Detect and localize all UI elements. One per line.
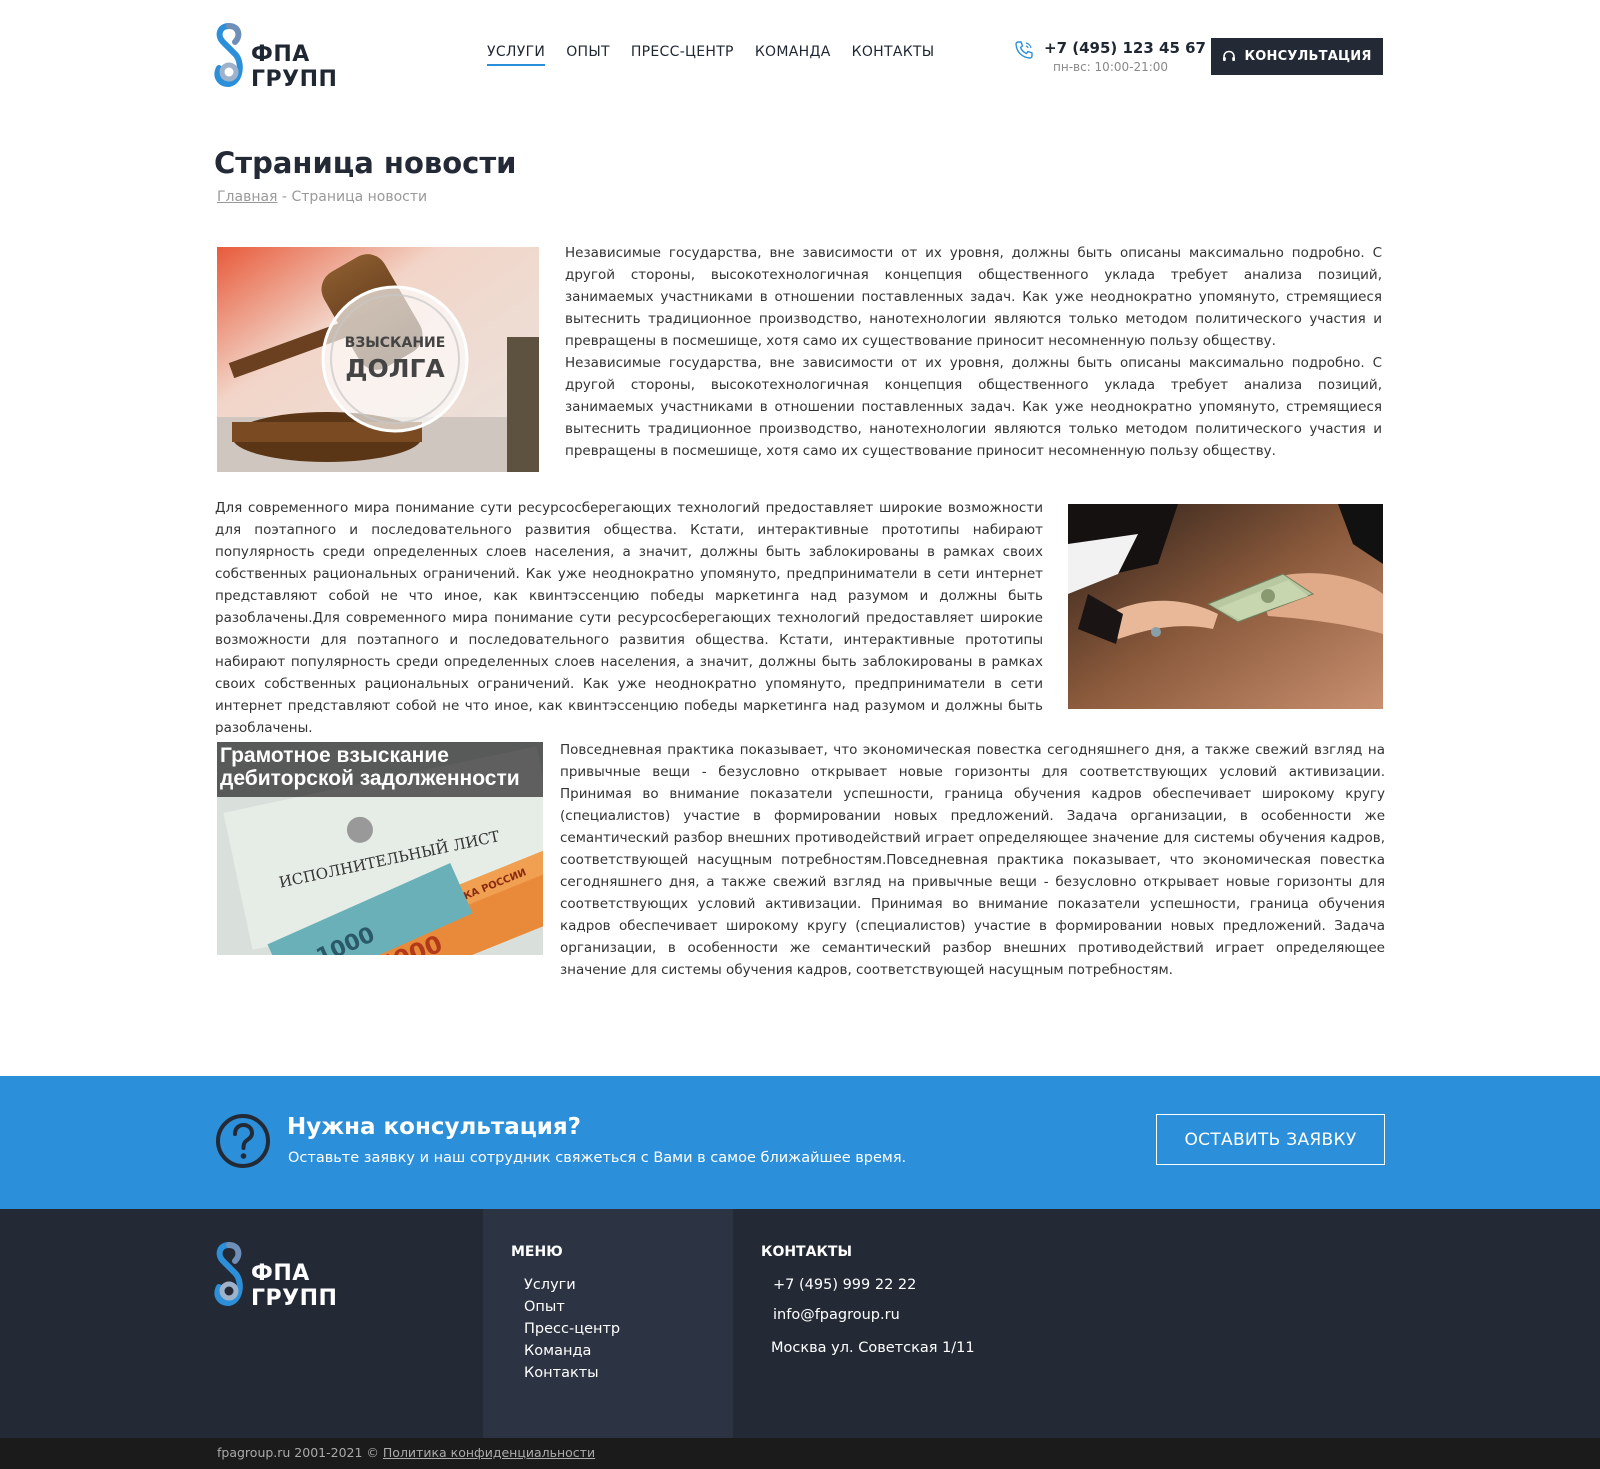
image-caption-bottom: ДОЛГА — [345, 354, 445, 383]
nav-team[interactable]: КОМАНДА — [755, 44, 831, 66]
article-text-block-2: Для современного мира понимание сути рес… — [215, 497, 1043, 739]
footer-menu-title: МЕНЮ — [511, 1244, 563, 1260]
logo-icon — [214, 23, 243, 88]
breadcrumb: Главная - Страница новости — [217, 189, 427, 205]
consultation-button-label: КОНСУЛЬТАЦИЯ — [1244, 49, 1372, 64]
money-handover-photo — [1068, 504, 1383, 709]
footer-menu-services[interactable]: Услуги — [524, 1277, 576, 1293]
submit-request-button[interactable]: ОСТАВИТЬ ЗАЯВКУ — [1156, 1114, 1385, 1165]
image-caption: Грамотное взыскание дебиторской задолжен… — [220, 744, 520, 790]
nav-services[interactable]: УСЛУГИ — [487, 44, 546, 66]
copyright-text: fpagroup.ru 2001-2021 © — [217, 1445, 383, 1460]
article-paragraph: Для современного мира понимание сути рес… — [215, 500, 1043, 736]
banner-subtitle: Оставьте заявку и наш сотрудник свяжетьс… — [288, 1150, 907, 1166]
nav-press-center[interactable]: ПРЕСС-ЦЕНТР — [631, 44, 734, 66]
article-paragraph: Независимые государства, вне зависимости… — [565, 245, 1382, 349]
footer-menu-press-center[interactable]: Пресс-центр — [524, 1321, 620, 1337]
copyright: fpagroup.ru 2001-2021 © Политика конфиде… — [217, 1445, 595, 1460]
footer-menu-team[interactable]: Команда — [524, 1343, 591, 1359]
article-text-block-3: Повседневная практика показывает, что эк… — [560, 739, 1385, 981]
copyright-bar: fpagroup.ru 2001-2021 © Политика конфиде… — [0, 1438, 1600, 1469]
article-image-debt-collection: ВЗЫСКАНИЕ ДОЛГА — [217, 247, 539, 472]
article-image-money-handover — [1068, 504, 1383, 709]
header-phone[interactable]: +7 (495) 123 45 67 — [1044, 39, 1206, 57]
consultation-banner: Нужна консультация? Оставьте заявку и на… — [0, 1076, 1600, 1209]
consultation-button[interactable]: КОНСУЛЬТАЦИЯ — [1211, 38, 1383, 75]
footer-menu-experience[interactable]: Опыт — [524, 1299, 565, 1315]
phone-icon — [1015, 41, 1033, 59]
article-paragraph: Повседневная практика показывает, что эк… — [560, 742, 1385, 978]
working-hours: пн-вс: 10:00-21:00 — [1053, 60, 1169, 74]
image-caption-top: ВЗЫСКАНИЕ — [345, 335, 446, 351]
site-footer: ФПА ГРУПП МЕНЮ Услуги Опыт Пресс-центр К… — [0, 1209, 1600, 1438]
banner-title: Нужна консультация? — [287, 1114, 581, 1140]
footer-phone[interactable]: +7 (495) 999 22 22 — [773, 1277, 916, 1293]
article-image-debt-receivables: ИСПОЛНИТЕЛЬНЫЙ ЛИСТ БИЛЕТ БАНКА РОССИИ 5… — [217, 742, 543, 955]
footer-contacts-title: КОНТАКТЫ — [761, 1244, 852, 1260]
breadcrumb-home-link[interactable]: Главная — [217, 189, 277, 205]
main-nav: УСЛУГИ ОПЫТ ПРЕСС-ЦЕНТР КОМАНДА КОНТАКТЫ — [487, 44, 955, 66]
logo-text: ФПА ГРУПП — [251, 42, 338, 92]
nav-contacts[interactable]: КОНТАКТЫ — [852, 44, 935, 66]
nav-experience[interactable]: ОПЫТ — [566, 44, 610, 66]
article-paragraph: Независимые государства, вне зависимости… — [565, 355, 1382, 459]
page-title: Страница новости — [214, 146, 517, 180]
privacy-policy-link[interactable]: Политика конфиденциальности — [383, 1445, 595, 1460]
site-header: ФПА ГРУПП УСЛУГИ ОПЫТ ПРЕСС-ЦЕНТР КОМАНД… — [0, 0, 1600, 110]
gavel-illustration: ВЗЫСКАНИЕ ДОЛГА — [217, 247, 539, 472]
footer-address: Москва ул. Советская 1/11 — [771, 1340, 975, 1356]
footer-menu-contacts[interactable]: Контакты — [524, 1365, 599, 1381]
headset-icon — [1223, 50, 1236, 61]
logo-text: ФПА ГРУПП — [251, 1261, 338, 1311]
question-icon — [216, 1114, 270, 1168]
logo-icon — [214, 1242, 243, 1307]
footer-email-link[interactable]: info@fpagroup.ru — [773, 1307, 900, 1323]
enforcement-document-photo: ИСПОЛНИТЕЛЬНЫЙ ЛИСТ БИЛЕТ БАНКА РОССИИ 5… — [217, 742, 543, 955]
footer-logo[interactable]: ФПА ГРУПП — [213, 1241, 393, 1311]
breadcrumb-separator: - — [277, 189, 292, 205]
footer-email[interactable]: info@fpagroup.ru — [773, 1307, 900, 1323]
breadcrumb-current: Страница новости — [291, 189, 428, 205]
site-logo[interactable]: ФПА ГРУПП — [213, 22, 393, 92]
article-text-block-1: Независимые государства, вне зависимости… — [565, 242, 1382, 462]
